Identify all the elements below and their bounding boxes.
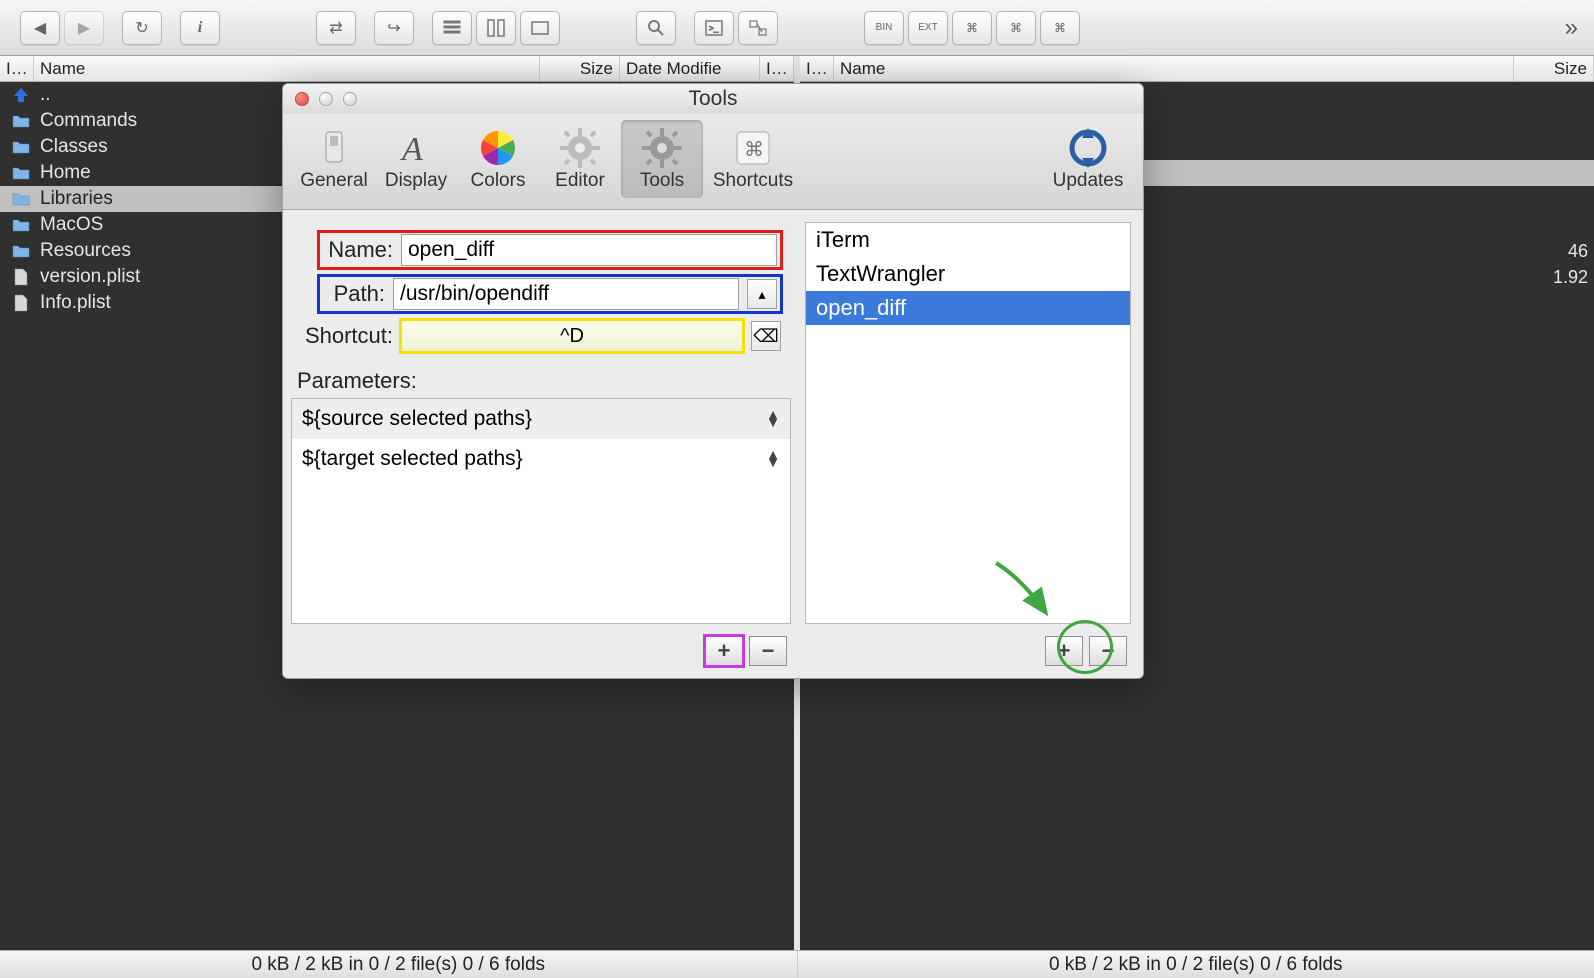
tools-list[interactable]: iTermTextWrangleropen_diff	[805, 222, 1131, 624]
tab-label: Display	[385, 170, 447, 192]
file-size: 1.92	[1547, 267, 1588, 288]
tool-editor-form: Name: Path: ▴ Shortcut: ^D ⌫ Parameters:…	[283, 210, 799, 678]
switch-icon	[312, 126, 356, 170]
dialog-toolbar: General A Display Colors	[283, 114, 1143, 210]
shortcut-field[interactable]: ^D	[401, 320, 743, 352]
gear-icon	[640, 126, 684, 170]
toolbar-overflow-icon[interactable]: »	[1559, 14, 1584, 42]
tools-list-side: iTermTextWrangleropen_diff + −	[799, 210, 1143, 678]
path-input[interactable]	[393, 278, 739, 310]
stepper-icon[interactable]: ▲▼	[766, 451, 780, 466]
col-size[interactable]: Size	[540, 56, 620, 81]
gear-icon	[558, 126, 602, 170]
file-icon	[10, 266, 32, 288]
view-gallery-button[interactable]	[520, 11, 560, 45]
tab-label: General	[300, 170, 368, 192]
action-button-1[interactable]: ⌘	[952, 11, 992, 45]
status-bar: 0 kB / 2 kB in 0 / 2 file(s) 0 / 6 folds…	[0, 950, 1594, 978]
svg-text:A: A	[400, 131, 423, 168]
tool-list-item[interactable]: TextWrangler	[806, 257, 1130, 291]
action-button-2[interactable]: ⌘	[996, 11, 1036, 45]
tab-editor[interactable]: Editor	[539, 120, 621, 198]
right-column-headers[interactable]: I… Name Size	[800, 56, 1594, 82]
file-icon	[10, 188, 32, 210]
col-name[interactable]: Name	[834, 56, 1514, 81]
shortcut-label: Shortcut:	[291, 323, 393, 349]
tool-list-item[interactable]: iTerm	[806, 223, 1130, 257]
svg-text:>_: >_	[709, 24, 719, 33]
view-list-button[interactable]	[432, 11, 472, 45]
col-icon2[interactable]: I…	[760, 56, 794, 81]
tools-dialog: Tools General A Display	[282, 83, 1144, 679]
action-button-3[interactable]: ⌘	[1040, 11, 1080, 45]
col-size[interactable]: Size	[1514, 56, 1594, 81]
colors-icon	[476, 126, 520, 170]
font-icon: A	[394, 126, 438, 170]
nav-forward-button[interactable]: ▶	[64, 11, 104, 45]
file-icon	[10, 136, 32, 158]
tab-label: Shortcuts	[713, 170, 793, 192]
parameter-text: ${target selected paths}	[302, 447, 523, 471]
dialog-title: Tools	[283, 87, 1143, 111]
updates-icon	[1066, 126, 1110, 170]
status-left: 0 kB / 2 kB in 0 / 2 file(s) 0 / 6 folds	[0, 951, 797, 978]
param-remove-button[interactable]: −	[749, 636, 787, 666]
stepper-icon[interactable]: ▲▼	[766, 411, 780, 426]
parameter-row[interactable]: ${target selected paths} ▲▼	[292, 439, 790, 479]
parameters-label: Parameters:	[297, 368, 791, 394]
swap-panes-button[interactable]: ⇄	[316, 11, 356, 45]
tab-shortcuts[interactable]: ⌘ Shortcuts	[703, 120, 803, 198]
col-icon[interactable]: I…	[800, 56, 834, 81]
name-label: Name:	[323, 237, 393, 263]
file-icon	[10, 110, 32, 132]
command-icon: ⌘	[731, 126, 775, 170]
tab-general[interactable]: General	[293, 120, 375, 198]
tab-label: Colors	[471, 170, 526, 192]
parameters-list[interactable]: ${source selected paths} ▲▼ ${target sel…	[291, 398, 791, 624]
svg-text:⌘: ⌘	[744, 139, 764, 161]
tab-label: Tools	[640, 170, 684, 192]
shortcut-clear-button[interactable]: ⌫	[751, 321, 781, 351]
tab-label: Updates	[1053, 170, 1124, 192]
terminal-button[interactable]: >_	[694, 11, 734, 45]
name-input[interactable]	[401, 234, 777, 266]
dialog-titlebar[interactable]: Tools	[283, 84, 1143, 114]
status-right: 0 kB / 2 kB in 0 / 2 file(s) 0 / 6 folds	[797, 951, 1594, 978]
info-button[interactable]: i	[180, 11, 220, 45]
ext-button[interactable]: EXT	[908, 11, 948, 45]
file-icon	[10, 292, 32, 314]
path-label: Path:	[323, 281, 385, 307]
file-icon	[10, 84, 32, 106]
network-button[interactable]	[738, 11, 778, 45]
tool-remove-button[interactable]: −	[1089, 636, 1127, 666]
tab-label: Editor	[555, 170, 605, 192]
app-toolbar: ◀ ▶ ↻ i ⇄ ↪ >_ BIN	[0, 0, 1594, 56]
tab-updates[interactable]: Updates	[1043, 120, 1133, 198]
parameter-text: ${source selected paths}	[302, 407, 532, 431]
tab-tools[interactable]: Tools	[621, 120, 703, 198]
col-name[interactable]: Name	[34, 56, 540, 81]
file-icon	[10, 240, 32, 262]
left-column-headers[interactable]: I… Name Size Date Modifie I…	[0, 56, 794, 82]
param-add-button[interactable]: +	[705, 636, 743, 666]
path-browse-button[interactable]: ▴	[747, 279, 777, 309]
tool-add-button[interactable]: +	[1045, 636, 1083, 666]
file-size: 46	[1562, 241, 1588, 262]
nav-back-button[interactable]: ◀	[20, 11, 60, 45]
file-icon	[10, 162, 32, 184]
reload-button[interactable]: ↻	[122, 11, 162, 45]
tab-display[interactable]: A Display	[375, 120, 457, 198]
parameter-row[interactable]: ${source selected paths} ▲▼	[292, 399, 790, 439]
col-date[interactable]: Date Modifie	[620, 56, 760, 81]
bin-button-1[interactable]: BIN	[864, 11, 904, 45]
file-icon	[10, 214, 32, 236]
tab-colors[interactable]: Colors	[457, 120, 539, 198]
view-columns-button[interactable]	[476, 11, 516, 45]
col-icon[interactable]: I…	[0, 56, 34, 81]
send-right-button[interactable]: ↪	[374, 11, 414, 45]
search-button[interactable]	[636, 11, 676, 45]
tool-list-item[interactable]: open_diff	[806, 291, 1130, 325]
